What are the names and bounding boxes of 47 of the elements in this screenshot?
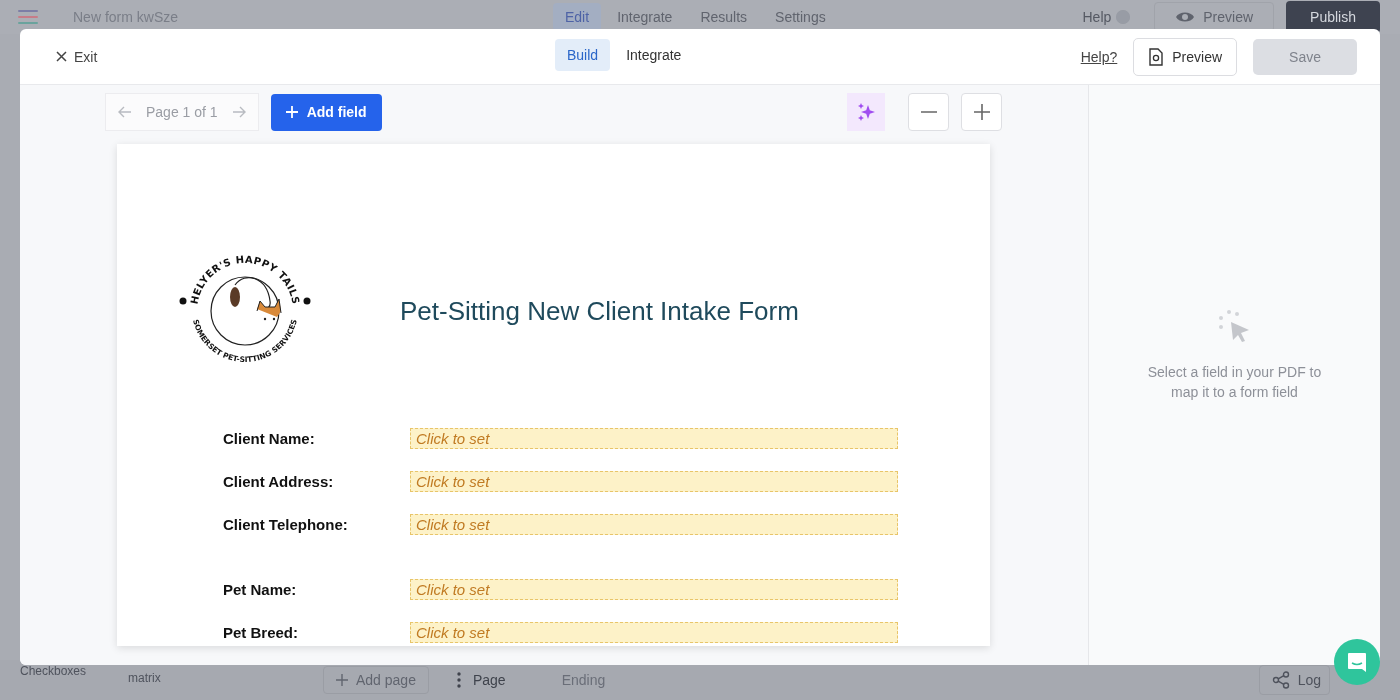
plus-icon <box>336 674 348 686</box>
field-mapping-box[interactable]: Click to set <box>410 514 898 535</box>
field-label: Client Telephone: <box>223 516 349 533</box>
field-label: Pet Breed: <box>223 624 300 641</box>
page-indicator: Page 1 of 1 <box>146 104 218 120</box>
more-icon <box>456 672 461 688</box>
add-page-button[interactable]: Add page <box>323 666 429 694</box>
field-label: Client Name: <box>223 430 316 447</box>
checkboxes-label[interactable]: Checkboxes <box>20 664 128 678</box>
page-tab[interactable]: Page <box>456 672 506 688</box>
minus-icon <box>920 111 937 113</box>
logic-button[interactable]: Log <box>1258 665 1330 695</box>
nav-tab[interactable]: Integrate <box>605 3 685 31</box>
mode-tab[interactable]: Build <box>555 39 611 71</box>
matrix-label[interactable]: matrix <box>128 671 323 685</box>
ending-tab[interactable]: Ending <box>561 672 606 688</box>
menu-icon[interactable] <box>18 10 38 24</box>
plus-icon <box>973 104 990 120</box>
help-link[interactable]: Help <box>1082 9 1131 25</box>
arrow-left-icon[interactable] <box>118 106 132 118</box>
help-link[interactable]: Help? <box>1080 48 1118 65</box>
chat-icon <box>1346 651 1368 673</box>
sparkle-icon <box>857 103 875 121</box>
sparkle-button[interactable] <box>847 93 885 131</box>
empty-state-message: Select a field in your PDF to map it to a form field <box>1146 363 1323 402</box>
form-heading: Pet-Sitting New Client Intake Form <box>400 295 799 327</box>
field-mapping-box[interactable]: Click to set <box>410 579 898 600</box>
add-field-button[interactable]: Add field <box>270 93 382 131</box>
zoom-out-button[interactable] <box>908 93 949 131</box>
field-label: Pet Name: <box>223 581 298 598</box>
eye-icon <box>1175 10 1196 24</box>
plus-icon <box>285 106 298 118</box>
arrow-right-icon[interactable] <box>231 106 246 118</box>
exit-button[interactable]: Exit <box>56 48 98 65</box>
close-icon <box>56 51 67 62</box>
preview-button[interactable]: Preview <box>1133 37 1238 76</box>
field-mapping-box[interactable]: Click to set <box>410 471 898 492</box>
field-label: Client Address: <box>223 473 335 490</box>
nav-tab[interactable]: Edit <box>553 3 602 31</box>
zoom-in-button[interactable] <box>961 93 1002 131</box>
nav-tab[interactable]: Results <box>688 3 760 31</box>
mode-tab[interactable]: Integrate <box>614 39 694 71</box>
share-icon <box>1271 671 1290 689</box>
field-mapping-box[interactable]: Click to set <box>410 428 898 449</box>
field-mapping-box[interactable]: Click to set <box>410 622 898 643</box>
document-icon <box>1148 47 1165 66</box>
nav-tab[interactable]: Settings <box>763 3 838 31</box>
